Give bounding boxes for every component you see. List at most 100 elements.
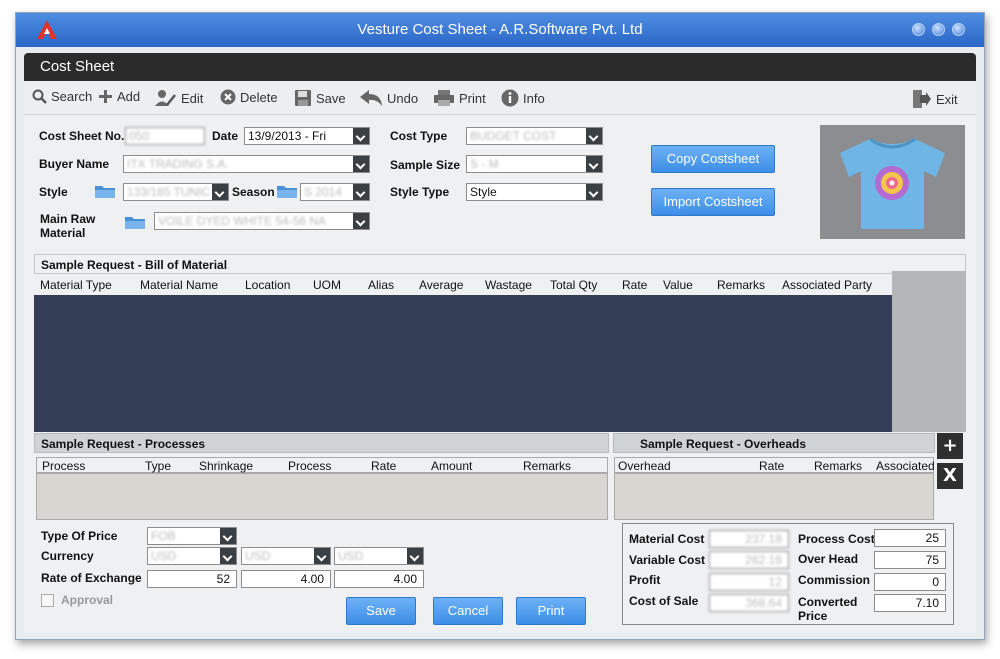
style-dropdown[interactable]: 133/185 TUNIC [123,183,229,201]
chevron-down-icon[interactable] [353,128,369,144]
chevron-down-icon[interactable] [586,184,602,200]
print-button[interactable]: Print [516,597,586,625]
sample-size-label: Sample Size [390,158,461,172]
currency-2-value: USD [245,549,271,563]
exit-icon [913,90,931,108]
info-icon [501,89,519,107]
bom-col-rate: Rate [622,278,648,292]
save-toolbar-button[interactable]: Save [294,89,346,107]
sample-size-dropdown[interactable]: S - M [466,155,603,173]
undo-button[interactable]: Undo [359,89,418,107]
proc-col-rate: Rate [371,459,397,473]
bom-col-location: Location [245,278,291,292]
commission-label: Commission [798,573,871,587]
exit-label: Exit [936,91,958,107]
currency-dropdown-3[interactable]: USD [334,547,424,565]
add-overhead-button[interactable]: + [937,433,963,459]
overheads-grid[interactable] [614,473,934,520]
approval-checkbox[interactable] [41,594,54,607]
plus-icon [99,90,112,103]
minimize-button[interactable] [912,23,925,36]
close-button[interactable] [952,23,965,36]
over-head-field[interactable]: 75 [874,551,946,569]
cost-type-value: BUDGET COST [470,129,557,143]
currency-dropdown-1[interactable]: USD [147,547,237,565]
info-button[interactable]: Info [501,89,545,107]
chevron-down-icon[interactable] [353,156,369,172]
style-value: 133/185 TUNIC [127,185,211,199]
date-value: 13/9/2013 - Fri [248,129,327,143]
folder-icon[interactable] [276,183,298,199]
main-raw-material-dropdown[interactable]: VOILE DYED WHITE 54-56 NA [154,212,370,230]
chevron-down-icon[interactable] [220,528,236,544]
proc-col-remarks: Remarks [523,459,572,473]
rate-of-exchange-3-field[interactable]: 4.00 [334,570,424,588]
variable-cost-field: 262.18 [709,551,789,569]
style-label: Style [39,185,68,199]
variable-cost-label: Variable Cost [629,553,706,567]
style-type-dropdown[interactable]: Style [466,183,603,201]
add-button[interactable]: Add [98,89,140,104]
folder-icon[interactable] [94,183,116,199]
remove-overhead-button[interactable]: X [937,463,963,489]
exit-button[interactable]: Exit [912,89,958,109]
edit-button[interactable]: Edit [155,89,203,107]
profit-field[interactable]: 12 [709,573,789,591]
rate-of-exchange-2-field[interactable]: 4.00 [241,570,331,588]
folder-icon[interactable] [124,214,146,230]
main-raw-material-label: Main Raw Material [40,212,96,240]
copy-costsheet-button[interactable]: Copy Costsheet [651,145,775,173]
maximize-button[interactable] [932,23,945,36]
commission-field[interactable]: 0 [874,573,946,591]
window-title: Vesture Cost Sheet - A.R.Software Pvt. L… [357,21,643,38]
style-type-label: Style Type [390,185,450,199]
currency-dropdown-2[interactable]: USD [241,547,331,565]
chevron-down-icon[interactable] [586,156,602,172]
bom-grid[interactable] [34,295,892,432]
bom-col-alias: Alias [368,278,395,292]
delete-label: Delete [240,89,278,105]
chevron-down-icon[interactable] [586,128,602,144]
chevron-down-icon[interactable] [353,184,369,200]
type-of-price-value: FOB [151,529,176,543]
oh-col-remarks: Remarks [814,459,863,473]
cost-sheet-panel: Cost Sheet Search Add Edit Delete Save U… [24,53,976,633]
save-button[interactable]: Save [346,597,416,625]
bom-col-material-name: Material Name [140,278,219,292]
cost-type-dropdown[interactable]: BUDGET COST [466,127,603,145]
cost-sheet-no-field[interactable]: 050 [125,127,205,145]
rate-of-exchange-1-field[interactable]: 52 [147,570,237,588]
bom-col-uom: UOM [313,278,341,292]
proc-col-process-2: Process [288,459,332,473]
chevron-down-icon[interactable] [353,213,369,229]
chevron-down-icon[interactable] [314,548,330,564]
bom-scroll-area[interactable] [892,271,966,432]
print-toolbar-button[interactable]: Print [433,89,486,107]
style-type-value: Style [470,185,497,199]
search-icon [32,89,47,104]
app-window: Vesture Cost Sheet - A.R.Software Pvt. L… [15,12,985,640]
type-of-price-dropdown[interactable]: FOB [147,527,237,545]
import-costsheet-button[interactable]: Import Costsheet [651,188,775,216]
chevron-down-icon[interactable] [220,548,236,564]
edit-user-icon [155,90,176,106]
delete-button[interactable]: Delete [220,89,278,105]
bom-col-wastage: Wastage [485,278,532,292]
cancel-button[interactable]: Cancel [433,597,503,625]
info-label: Info [523,90,545,106]
date-picker[interactable]: 13/9/2013 - Fri [244,127,370,145]
chevron-down-icon[interactable] [407,548,423,564]
approval-label: Approval [61,593,114,607]
search-button[interactable]: Search [32,89,92,104]
cost-sheet-no-label: Cost Sheet No. [39,129,125,143]
converted-price-field: 7.10 [874,594,946,612]
buyer-name-dropdown[interactable]: ITX TRADING S.A. [123,155,370,173]
proc-col-amount: Amount [431,459,473,473]
chevron-down-icon[interactable] [212,184,228,200]
floppy-disk-icon [295,90,311,106]
season-dropdown[interactable]: S 2014 [300,183,370,201]
currency-label: Currency [41,549,94,563]
proc-col-process: Process [42,459,86,473]
process-cost-field[interactable]: 25 [874,529,946,547]
processes-grid[interactable] [36,473,608,520]
